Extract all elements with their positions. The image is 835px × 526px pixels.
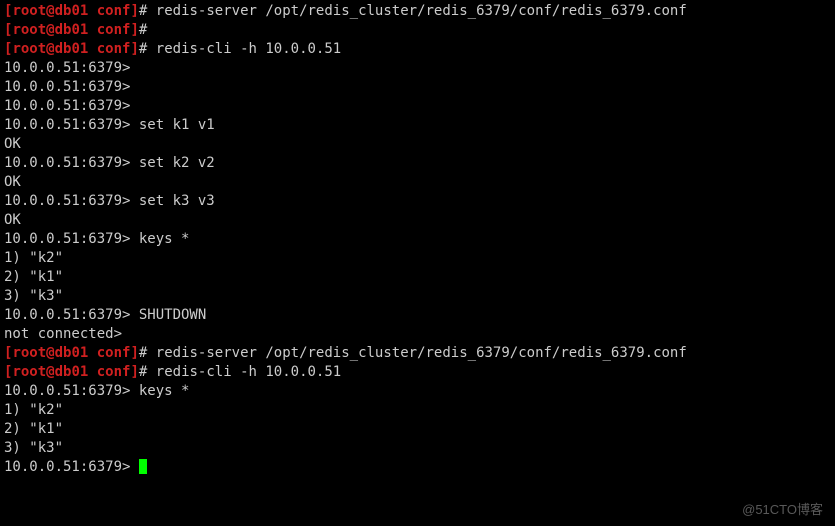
- terminal-line: [root@db01 conf]# redis-cli -h 10.0.0.51: [4, 40, 831, 59]
- prompt-dir: conf: [97, 41, 131, 57]
- command-text: redis-server /opt/redis_cluster/redis_63…: [156, 3, 687, 19]
- terminal-line: 2) "k1": [4, 268, 831, 287]
- terminal[interactable]: [root@db01 conf]# redis-server /opt/redi…: [0, 0, 835, 526]
- prompt-at: @: [46, 364, 54, 380]
- prompt-host: db01: [55, 22, 89, 38]
- output-text: 10.0.0.51:6379>: [4, 98, 139, 114]
- prompt-space2: [147, 345, 155, 361]
- prompt-user-host: root: [12, 345, 46, 361]
- terminal-line: 10.0.0.51:6379>: [4, 59, 831, 78]
- terminal-line: 10.0.0.51:6379> set k1 v1: [4, 116, 831, 135]
- prompt-host: db01: [55, 364, 89, 380]
- cursor[interactable]: [139, 459, 147, 474]
- prompt-close-bracket: ]: [130, 345, 138, 361]
- prompt-at: @: [46, 22, 54, 38]
- terminal-line: 1) "k2": [4, 249, 831, 268]
- output-text: 2) "k1": [4, 421, 63, 437]
- output-text: 10.0.0.51:6379>: [4, 79, 139, 95]
- output-text: 3) "k3": [4, 288, 63, 304]
- command-text: redis-cli -h 10.0.0.51: [156, 41, 341, 57]
- prompt-user-host: root: [12, 41, 46, 57]
- terminal-line: OK: [4, 173, 831, 192]
- output-text: 10.0.0.51:6379> keys *: [4, 383, 189, 399]
- prompt-host: db01: [55, 345, 89, 361]
- prompt-space: [88, 364, 96, 380]
- terminal-line: OK: [4, 211, 831, 230]
- prompt-user-host: root: [12, 22, 46, 38]
- prompt-space: [88, 41, 96, 57]
- output-text: 10.0.0.51:6379> keys *: [4, 231, 189, 247]
- prompt-space: [88, 22, 96, 38]
- prompt-dir: conf: [97, 3, 131, 19]
- output-text: 1) "k2": [4, 250, 63, 266]
- terminal-line: [root@db01 conf]# redis-server /opt/redi…: [4, 344, 831, 363]
- prompt-space2: [147, 41, 155, 57]
- prompt-space2: [147, 3, 155, 19]
- output-text: 10.0.0.51:6379> set k3 v3: [4, 193, 215, 209]
- prompt-user-host: root: [12, 3, 46, 19]
- output-text: 1) "k2": [4, 402, 63, 418]
- terminal-line: not connected>: [4, 325, 831, 344]
- prompt-host: db01: [55, 3, 89, 19]
- prompt-close-bracket: ]: [130, 364, 138, 380]
- output-text: not connected>: [4, 326, 130, 342]
- prompt-space2: [147, 364, 155, 380]
- prompt-space2: [147, 22, 155, 38]
- prompt-at: @: [46, 3, 54, 19]
- prompt-close-bracket: ]: [130, 3, 138, 19]
- terminal-line: 10.0.0.51:6379>: [4, 458, 831, 477]
- output-text: OK: [4, 212, 21, 228]
- prompt-host: db01: [55, 41, 89, 57]
- terminal-line: [root@db01 conf]# redis-cli -h 10.0.0.51: [4, 363, 831, 382]
- output-text: 10.0.0.51:6379> set k1 v1: [4, 117, 215, 133]
- output-text: OK: [4, 174, 21, 190]
- output-text: 10.0.0.51:6379> set k2 v2: [4, 155, 215, 171]
- prompt-dir: conf: [97, 22, 131, 38]
- prompt-at: @: [46, 41, 54, 57]
- output-text: OK: [4, 136, 21, 152]
- prompt-user-host: root: [12, 364, 46, 380]
- terminal-line: 10.0.0.51:6379> SHUTDOWN: [4, 306, 831, 325]
- output-text: 10.0.0.51:6379>: [4, 459, 139, 475]
- prompt-space: [88, 345, 96, 361]
- terminal-line: 10.0.0.51:6379>: [4, 97, 831, 116]
- prompt-space: [88, 3, 96, 19]
- output-text: 2) "k1": [4, 269, 63, 285]
- prompt-dir: conf: [97, 364, 131, 380]
- command-text: redis-cli -h 10.0.0.51: [156, 364, 341, 380]
- terminal-line: [root@db01 conf]# redis-server /opt/redi…: [4, 2, 831, 21]
- terminal-line: 3) "k3": [4, 287, 831, 306]
- output-text: 10.0.0.51:6379> SHUTDOWN: [4, 307, 206, 323]
- terminal-line: OK: [4, 135, 831, 154]
- terminal-line: 2) "k1": [4, 420, 831, 439]
- terminal-line: 10.0.0.51:6379> set k3 v3: [4, 192, 831, 211]
- terminal-line: 1) "k2": [4, 401, 831, 420]
- terminal-line: 3) "k3": [4, 439, 831, 458]
- watermark: @51CTO博客: [742, 499, 823, 518]
- prompt-dir: conf: [97, 345, 131, 361]
- output-text: 3) "k3": [4, 440, 63, 456]
- terminal-line: 10.0.0.51:6379> keys *: [4, 230, 831, 249]
- command-text: redis-server /opt/redis_cluster/redis_63…: [156, 345, 687, 361]
- prompt-close-bracket: ]: [130, 22, 138, 38]
- terminal-line: 10.0.0.51:6379> set k2 v2: [4, 154, 831, 173]
- prompt-close-bracket: ]: [130, 41, 138, 57]
- prompt-at: @: [46, 345, 54, 361]
- output-text: 10.0.0.51:6379>: [4, 60, 139, 76]
- terminal-line: 10.0.0.51:6379> keys *: [4, 382, 831, 401]
- terminal-line: 10.0.0.51:6379>: [4, 78, 831, 97]
- terminal-line: [root@db01 conf]#: [4, 21, 831, 40]
